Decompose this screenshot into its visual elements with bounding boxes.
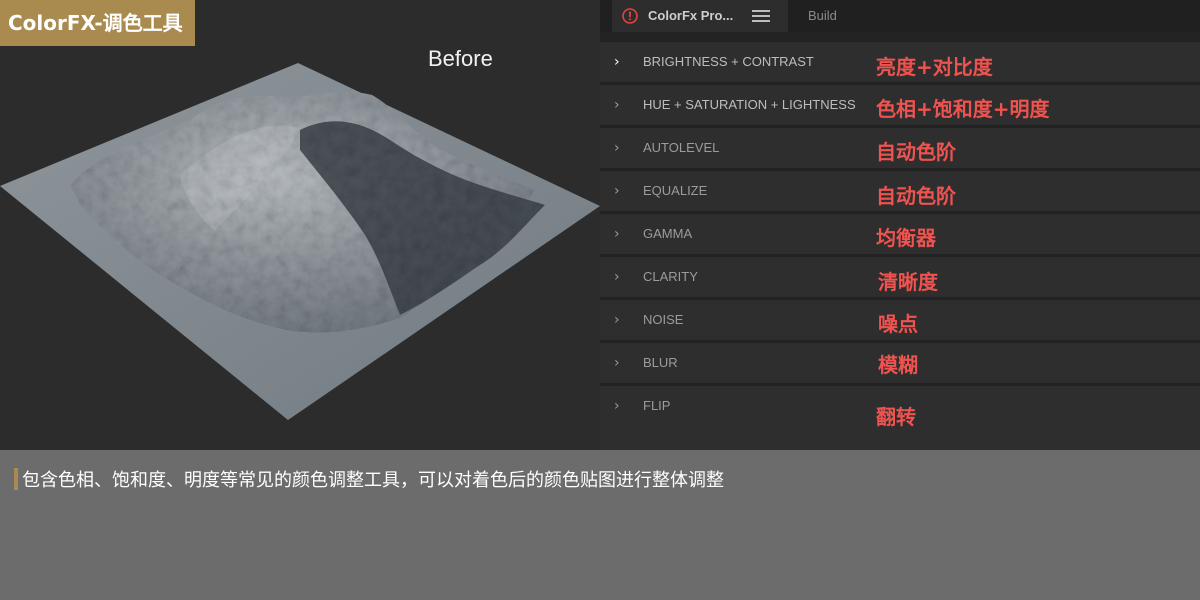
annotation-hue-saturation-lightness: 色相+饱和度+明度 (876, 97, 1050, 121)
colorfx-panel: ColorFx Pro... Build › BRIGHTNESS + CONT… (600, 0, 1200, 450)
hamburger-menu-icon[interactable] (752, 9, 770, 23)
panel-item-label: BRIGHTNESS + CONTRAST (643, 54, 814, 69)
panel-item-label: BLUR (643, 355, 678, 370)
tab-bar: ColorFx Pro... Build (600, 0, 1200, 32)
panel-item-label: AUTOLEVEL (643, 140, 720, 155)
app-title-badge: ColorFX-调色工具 (0, 0, 195, 46)
annotation-gamma: 均衡器 (876, 226, 936, 250)
chevron-right-icon: › (614, 269, 620, 285)
panel-item-label: HUE + SATURATION + LIGHTNESS (643, 97, 856, 112)
panel-item-label: FLIP (643, 398, 671, 413)
annotation-equalize: 自动色阶 (876, 184, 956, 208)
annotation-brightness-contrast: 亮度+对比度 (876, 55, 993, 79)
terrain-render (0, 63, 600, 420)
alert-icon (622, 8, 638, 24)
chevron-right-icon: › (614, 183, 620, 199)
annotation-flip: 翻转 (876, 405, 916, 429)
chevron-right-icon: › (614, 355, 620, 371)
description-caption: 包含色相、饱和度、明度等常见的颜色调整工具，可以对着色后的颜色贴图进行整体调整 (22, 470, 724, 491)
tab-colorfx-pro-label: ColorFx Pro... (648, 8, 734, 23)
viewport-3d[interactable]: ColorFX-调色工具 Before (0, 0, 600, 450)
chevron-right-icon: › (614, 312, 620, 328)
annotation-autolevel: 自动色阶 (876, 140, 956, 164)
caption-accent-bar (14, 468, 18, 490)
panel-item-label: GAMMA (643, 226, 693, 241)
annotation-clarity: 清晰度 (878, 270, 938, 294)
annotation-noise: 噪点 (878, 312, 918, 336)
chevron-right-icon: › (614, 97, 620, 113)
chevron-right-icon: › (614, 140, 620, 156)
before-label: Before (428, 46, 493, 71)
annotation-blur: 模糊 (878, 353, 918, 377)
panel-item-label: EQUALIZE (643, 183, 708, 198)
panel-item-label: CLARITY (643, 269, 698, 284)
chevron-right-icon: › (614, 226, 620, 242)
panel-item-label: NOISE (643, 312, 684, 327)
tab-colorfx-pro[interactable]: ColorFx Pro... (612, 0, 788, 32)
tab-build[interactable]: Build (808, 8, 837, 23)
chevron-right-icon: › (614, 54, 620, 70)
chevron-right-icon: › (614, 398, 620, 414)
